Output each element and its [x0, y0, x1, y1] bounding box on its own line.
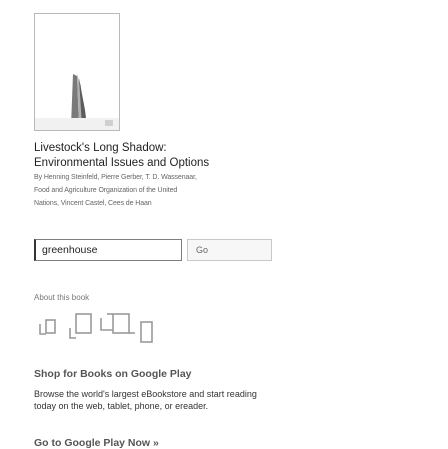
google-books-logo[interactable]	[34, 310, 164, 355]
go-to-google-play-link[interactable]: Go to Google Play Now »	[34, 437, 159, 449]
logo-icon	[39, 313, 153, 343]
book-cover-image	[35, 14, 119, 130]
book-authors-line-1: By Henning Steinfeld, Pierre Gerber, T. …	[34, 174, 197, 181]
about-this-book-link[interactable]: About this book	[34, 293, 89, 302]
shop-google-play-heading: Shop for Books on Google Play	[34, 368, 192, 380]
search-input[interactable]: greenhouse	[34, 239, 182, 261]
browse-description: Browse the world's largest eBookstore an…	[34, 389, 257, 411]
book-title-line-1: Livestock's Long Shadow:	[34, 142, 167, 154]
book-authors-line-2: Food and Agriculture Organization of the…	[34, 187, 178, 194]
book-authors-line-3: Nations, Vincent Castel, Cees de Haan	[34, 200, 152, 207]
book-cover-thumbnail[interactable]	[34, 13, 120, 131]
go-button[interactable]: Go	[187, 239, 272, 261]
book-title-line-2: Environmental Issues and Options	[34, 157, 210, 169]
